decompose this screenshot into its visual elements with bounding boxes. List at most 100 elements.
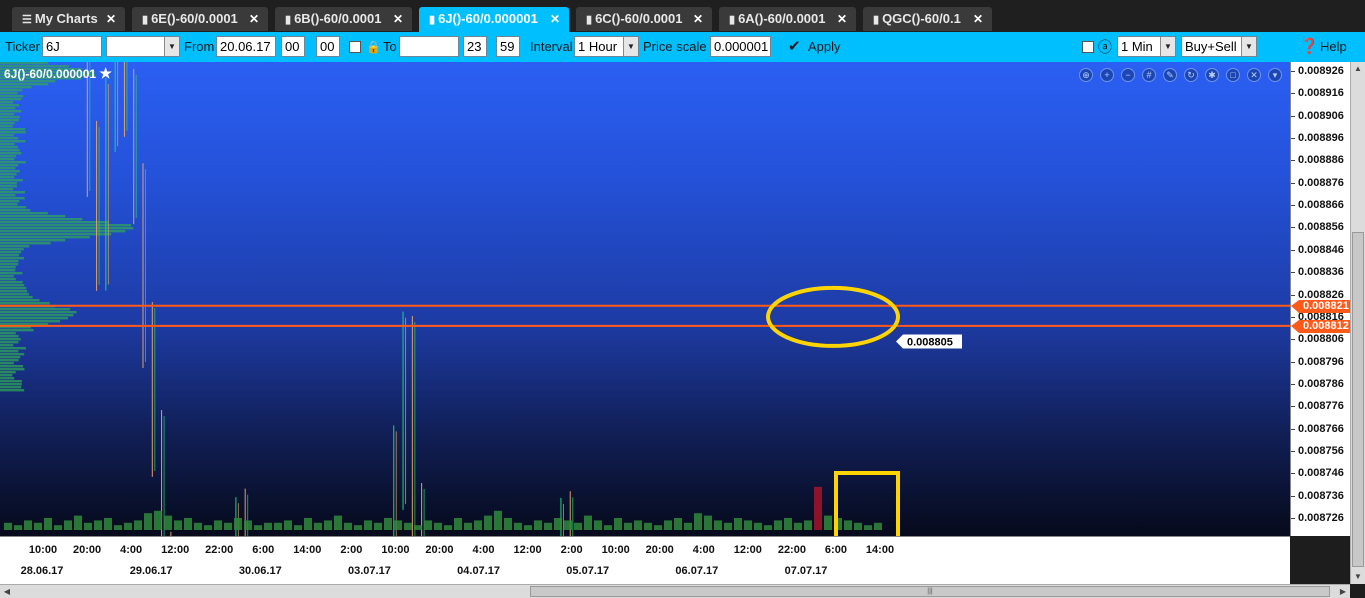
volume-bar xyxy=(194,522,202,530)
volume-profile-bar xyxy=(0,218,83,221)
volume-bar xyxy=(704,515,712,530)
maximize-icon[interactable]: □ xyxy=(1226,68,1240,82)
volume-profile-bar xyxy=(0,272,23,275)
scroll-up-icon[interactable]: ▲ xyxy=(1351,62,1365,76)
at-sign-icon[interactable]: ⓐ xyxy=(1098,32,1112,62)
interval-label: Interval xyxy=(530,39,573,54)
help-icon[interactable]: ❓ xyxy=(1300,32,1319,62)
volume-bar xyxy=(624,522,632,530)
volume-bar xyxy=(424,520,432,530)
settings-icon[interactable]: ✱ xyxy=(1205,68,1219,82)
volume-bar xyxy=(844,520,852,530)
tab-6c[interactable]: ▮ 6C()-60/0.0001 ✕ xyxy=(576,7,712,31)
volume-bar xyxy=(664,520,672,530)
volume-profile-bar xyxy=(0,203,18,206)
level-price-label: 0.008812 xyxy=(1291,319,1350,333)
volume-profile-bar xyxy=(0,389,25,392)
from-minute-input[interactable]: 00 xyxy=(316,36,340,57)
timeframe-select[interactable]: 1 Min ▼ xyxy=(1117,36,1176,57)
close-icon[interactable]: ✕ xyxy=(693,7,703,31)
volume-profile-bar xyxy=(0,155,16,158)
volume-bar xyxy=(564,520,572,530)
tab-6e[interactable]: ▮ 6E()-60/0.0001 ✕ xyxy=(132,7,268,31)
apply-button[interactable]: Apply xyxy=(808,32,841,62)
from-hour-input[interactable]: 00 xyxy=(281,36,305,57)
volume-profile-bar xyxy=(0,191,25,194)
chart-canvas[interactable]: 0.008805 xyxy=(0,62,1290,536)
volume-profile-bar xyxy=(0,254,19,257)
volume-bar xyxy=(714,520,722,530)
check-circle-icon[interactable]: ✔ xyxy=(788,32,801,62)
time-axis-tick: 12:00 xyxy=(161,544,190,556)
close-icon[interactable]: ✕ xyxy=(973,7,983,31)
help-button[interactable]: Help xyxy=(1320,32,1347,62)
volume-bar xyxy=(294,525,302,530)
close-icon[interactable]: ✕ xyxy=(550,7,560,31)
to-hour-input[interactable]: 23 xyxy=(463,36,487,57)
to-date-input[interactable] xyxy=(399,36,459,57)
collapse-icon[interactable]: ▾ xyxy=(1268,68,1282,82)
refresh-icon[interactable]: ↻ xyxy=(1184,68,1198,82)
horizontal-scroll-thumb[interactable]: ||| xyxy=(530,586,1330,597)
tab-qgc[interactable]: ▮ QGC()-60/0.1 ✕ xyxy=(863,7,992,31)
tab-6a[interactable]: ▮ 6A()-60/0.0001 ✕ xyxy=(719,7,856,31)
chart-bars-icon: ▮ xyxy=(142,14,149,26)
vertical-scroll-thumb[interactable] xyxy=(1352,232,1364,567)
tab-6b[interactable]: ▮ 6B()-60/0.0001 ✕ xyxy=(275,7,412,31)
price-scale-input[interactable]: 0.000001 xyxy=(710,36,771,57)
pencil-icon[interactable]: ✎ xyxy=(1163,68,1177,82)
time-axis[interactable]: 10:00 20:00 4:00 12:00 22:00 6:00 14:00 2:00 10:… xyxy=(0,536,1290,584)
grid-icon[interactable]: # xyxy=(1142,68,1156,82)
zoom-out-icon[interactable]: − xyxy=(1121,68,1135,82)
volume-profile-bar xyxy=(0,215,66,218)
volume-profile-bar xyxy=(0,269,16,272)
vertical-scrollbar[interactable]: ▲ ▼ xyxy=(1350,62,1365,584)
time-axis-tick: 2:00 xyxy=(340,544,363,556)
date-axis-label: 03.07.17 xyxy=(348,565,391,577)
volume-bar xyxy=(534,520,542,530)
options-checkbox[interactable] xyxy=(1082,41,1094,53)
volume-bar xyxy=(474,520,482,530)
volume-profile-bar xyxy=(0,176,15,179)
scroll-left-icon[interactable]: ◀ xyxy=(0,585,14,598)
date-axis-label: 28.06.17 xyxy=(20,565,64,577)
close-icon[interactable]: ✕ xyxy=(393,7,403,31)
side-select[interactable]: Buy+Sell ▼ xyxy=(1181,36,1257,57)
time-axis-tick: 22:00 xyxy=(777,544,806,556)
lock-icon[interactable]: 🔒 xyxy=(366,32,381,62)
favorite-star-icon[interactable]: ★ xyxy=(99,65,112,81)
volume-bar xyxy=(604,525,612,530)
volume-profile-bar xyxy=(0,263,19,266)
scroll-down-icon[interactable]: ▼ xyxy=(1351,570,1365,584)
tab-label: 6A()-60/0.0001 xyxy=(738,11,826,26)
close-icon[interactable]: ✕ xyxy=(106,7,116,31)
horizontal-scrollbar[interactable]: ◀ ||| ▶ xyxy=(0,584,1350,598)
from-date-input[interactable]: 20.06.17 xyxy=(216,36,276,57)
tab-6j[interactable]: ▮ 6J()-60/0.000001 ✕ xyxy=(419,7,569,32)
ticker-input[interactable]: 6J xyxy=(42,36,102,57)
volume-profile-bar xyxy=(0,293,29,296)
price-chart[interactable]: 0.008805 6J()-60/0.000001 ★ ⊕ + − # ✎ ↻ … xyxy=(0,62,1290,536)
tab-my-charts[interactable]: ☰ My Charts ✕ xyxy=(12,7,125,31)
price-axis-tick: 0.008776 xyxy=(1291,400,1344,413)
volume-bar xyxy=(84,522,92,530)
price-axis-tick: 0.008896 xyxy=(1291,132,1344,145)
price-axis-tick: 0.008876 xyxy=(1291,176,1344,189)
price-axis[interactable]: 0.008926 0.008916 0.008906 0.008896 0.008886… xyxy=(1290,62,1350,536)
chart-application: ☰ My Charts ✕ ▮ 6E()-60/0.0001 ✕ ▮ 6B()-60/… xyxy=(0,0,1365,598)
zoom-in-icon[interactable]: + xyxy=(1100,68,1114,82)
volume-bar xyxy=(804,520,812,530)
to-checkbox[interactable] xyxy=(349,41,361,53)
interval-select[interactable]: 1 Hour ▼ xyxy=(574,36,639,57)
time-axis-tick: 20:00 xyxy=(645,544,674,556)
scroll-right-icon[interactable]: ▶ xyxy=(1336,585,1350,598)
to-minute-input[interactable]: 59 xyxy=(496,36,520,57)
zoom-fit-icon[interactable]: ⊕ xyxy=(1079,68,1093,82)
close-icon[interactable]: ✕ xyxy=(1247,68,1261,82)
volume-profile-bar xyxy=(0,143,15,146)
close-icon[interactable]: ✕ xyxy=(249,7,259,31)
ticker-dropdown[interactable]: ▼ xyxy=(106,36,180,57)
close-icon[interactable]: ✕ xyxy=(837,7,847,31)
chart-toolbar: Ticker 6J ▼ From 20.06.17 00 00 🔒 To 23 … xyxy=(0,32,1365,62)
price-axis-tick: 0.008856 xyxy=(1291,221,1344,234)
